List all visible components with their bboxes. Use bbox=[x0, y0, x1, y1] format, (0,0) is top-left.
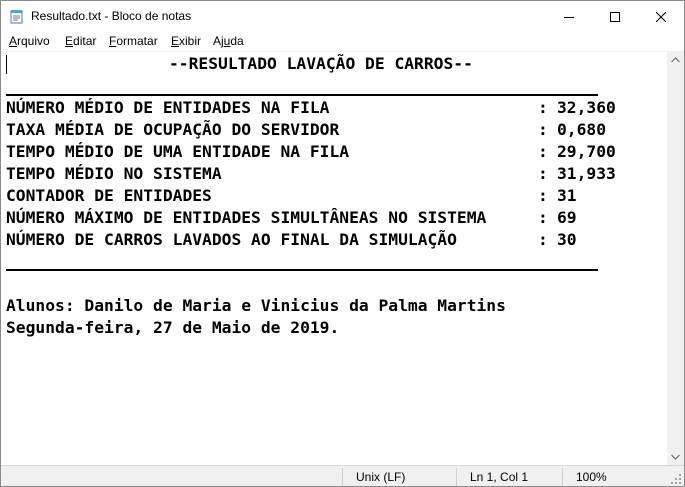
result-row-value: 0,680 bbox=[557, 120, 607, 139]
menu-bar: Arquivo Editar Formatar Exibir Ajuda bbox=[1, 32, 684, 51]
result-row-separator: : bbox=[538, 120, 548, 139]
result-row-label: CONTADOR DE ENTIDADES bbox=[6, 186, 212, 205]
minimize-icon bbox=[564, 16, 574, 18]
result-row-value: 30 bbox=[557, 230, 577, 249]
result-row-label: TEMPO MÉDIO NO SISTEMA bbox=[6, 164, 222, 183]
maximize-icon bbox=[610, 11, 620, 22]
menu-arquivo[interactable]: Arquivo bbox=[9, 34, 50, 48]
close-icon bbox=[656, 11, 666, 22]
status-divider bbox=[562, 468, 563, 486]
status-line-ending: Unix (LF) bbox=[356, 470, 406, 484]
result-row-separator: : bbox=[538, 230, 548, 249]
result-row-value: 32,360 bbox=[557, 98, 616, 117]
menu-exibir[interactable]: Exibir bbox=[171, 34, 201, 48]
status-divider bbox=[456, 468, 457, 486]
menu-ajuda[interactable]: Ajuda bbox=[213, 34, 244, 48]
status-bar: Unix (LF) Ln 1, Col 1 100% bbox=[1, 465, 684, 486]
date-line: Segunda-feira, 27 de Maio de 2019. bbox=[6, 318, 340, 337]
authors-line: Alunos: Danilo de Maria e Vinicius da Pa… bbox=[6, 296, 506, 315]
result-row-value: 29,700 bbox=[557, 142, 616, 161]
result-row-separator: : bbox=[538, 186, 548, 205]
vertical-scrollbar[interactable] bbox=[667, 51, 684, 465]
chevron-down-icon bbox=[671, 454, 680, 460]
result-row-value: 31,933 bbox=[557, 164, 616, 183]
menu-formatar[interactable]: Formatar bbox=[109, 34, 158, 48]
result-row-separator: : bbox=[538, 98, 548, 117]
result-row-separator: : bbox=[538, 208, 548, 227]
result-row-value: 69 bbox=[557, 208, 577, 227]
menu-editar[interactable]: Editar bbox=[65, 34, 96, 48]
maximize-button[interactable] bbox=[592, 1, 638, 32]
minimize-button[interactable] bbox=[546, 1, 592, 32]
text-caret bbox=[6, 55, 7, 74]
status-cursor-position: Ln 1, Col 1 bbox=[470, 470, 529, 484]
text-editor[interactable]: --RESULTADO LAVAÇÃO DE CARROS-- NÚMERO M… bbox=[1, 51, 667, 466]
result-row-separator: : bbox=[538, 142, 548, 161]
notepad-icon bbox=[10, 10, 23, 24]
result-row-value: 31 bbox=[557, 186, 577, 205]
scroll-up-button[interactable] bbox=[667, 51, 684, 68]
window-title: Resultado.txt - Bloco de notas bbox=[31, 9, 192, 23]
title-bar[interactable]: Resultado.txt - Bloco de notas bbox=[1, 1, 684, 32]
close-button[interactable] bbox=[638, 1, 684, 32]
separator-line-top bbox=[6, 94, 598, 96]
scroll-down-button[interactable] bbox=[667, 448, 684, 465]
status-divider bbox=[342, 468, 343, 486]
result-row-label: NÚMERO DE CARROS LAVADOS AO FINAL DA SIM… bbox=[6, 230, 457, 249]
result-row-label: NÚMERO MÉDIO DE ENTIDADES NA FILA bbox=[6, 98, 330, 117]
result-row-label: NÚMERO MÁXIMO DE ENTIDADES SIMULTÂNEAS N… bbox=[6, 208, 487, 227]
notepad-window: Resultado.txt - Bloco de notas Arquivo E… bbox=[0, 0, 685, 487]
status-zoom: 100% bbox=[576, 470, 607, 484]
result-row-separator: : bbox=[538, 164, 548, 183]
resize-grip-icon[interactable] bbox=[670, 473, 682, 485]
document-heading: --RESULTADO LAVAÇÃO DE CARROS-- bbox=[169, 54, 473, 73]
result-row-label: TAXA MÉDIA DE OCUPAÇÃO DO SERVIDOR bbox=[6, 120, 340, 139]
separator-line-bottom bbox=[6, 269, 598, 271]
chevron-up-icon bbox=[671, 56, 680, 62]
result-row-label: TEMPO MÉDIO DE UMA ENTIDADE NA FILA bbox=[6, 142, 350, 161]
